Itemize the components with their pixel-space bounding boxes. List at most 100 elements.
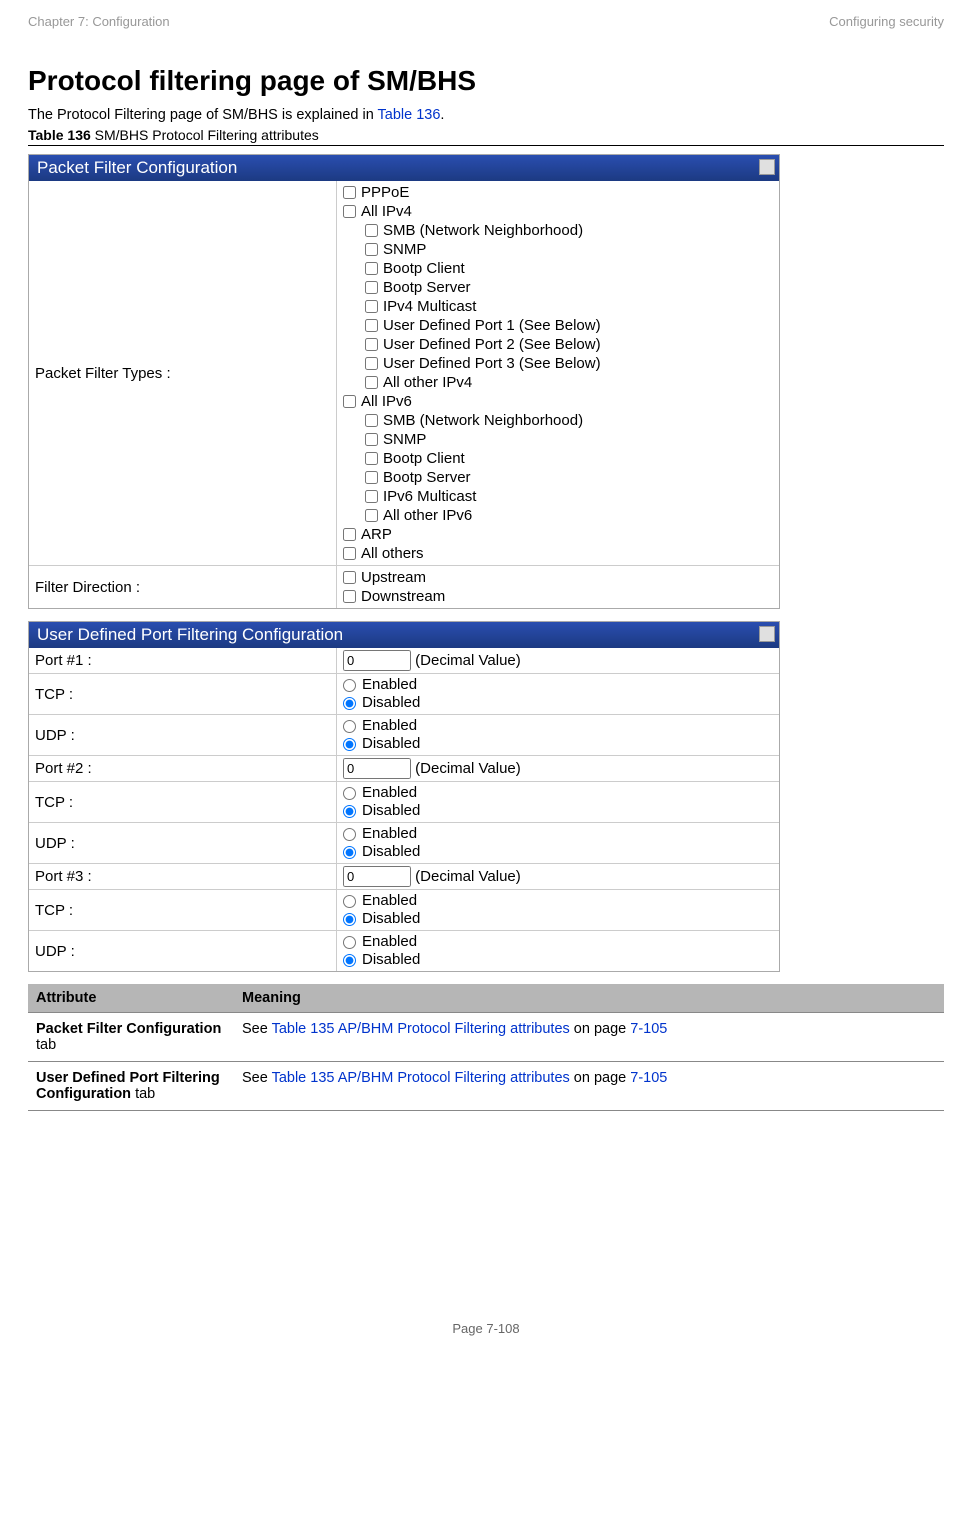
checkbox-udp3[interactable] [365, 357, 378, 370]
decimal-hint: (Decimal Value) [415, 760, 521, 777]
minimize-icon[interactable] [759, 159, 775, 175]
checkbox-snmp6[interactable] [365, 433, 378, 446]
checkbox-other6[interactable] [365, 509, 378, 522]
port2-label: Port #2 : [29, 756, 337, 782]
label-udp2: User Defined Port 2 (See Below) [383, 335, 601, 354]
label-enabled: Enabled [362, 825, 417, 843]
minimize-icon[interactable] [759, 626, 775, 642]
label-udp3: User Defined Port 3 (See Below) [383, 354, 601, 373]
checkbox-downstream[interactable] [343, 590, 356, 603]
port1-input[interactable] [343, 650, 411, 671]
label-allipv4: All IPv4 [361, 202, 412, 221]
checkbox-allothers[interactable] [343, 547, 356, 560]
checkbox-allipv6[interactable] [343, 395, 356, 408]
checkbox-smb4[interactable] [365, 224, 378, 237]
checkbox-pppoe[interactable] [343, 186, 356, 199]
attr-cell-1: Packet Filter Configuration tab [28, 1013, 234, 1062]
label-disabled: Disabled [362, 802, 420, 820]
packet-filter-panel: Packet Filter Configuration Packet Filte… [28, 154, 780, 609]
label-bootpc4: Bootp Client [383, 259, 465, 278]
page-title: Protocol filtering page of SM/BHS [28, 65, 944, 97]
page-header: Chapter 7: Configuration Configuring sec… [28, 14, 944, 29]
radio-tcp2-disabled[interactable] [343, 805, 356, 818]
label-disabled: Disabled [362, 910, 420, 928]
attr-cell-2: User Defined Port Filtering Configuratio… [28, 1062, 234, 1111]
tcp1-label: TCP : [29, 674, 337, 715]
radio-udp1-disabled[interactable] [343, 738, 356, 751]
label-bootps6: Bootp Server [383, 468, 471, 487]
m2-page[interactable]: 7-105 [630, 1070, 667, 1086]
label-allothers: All others [361, 544, 424, 563]
label-other6: All other IPv6 [383, 506, 472, 525]
label-disabled: Disabled [362, 951, 420, 969]
radio-tcp1-enabled[interactable] [343, 679, 356, 692]
m2-link[interactable]: Table 135 AP/BHM Protocol Filtering attr… [272, 1070, 570, 1086]
m1-link[interactable]: Table 135 AP/BHM Protocol Filtering attr… [272, 1021, 570, 1037]
panel-title-2: User Defined Port Filtering Configuratio… [37, 625, 343, 644]
panel-title: Packet Filter Configuration [37, 158, 237, 177]
panel-header: Packet Filter Configuration [29, 155, 779, 181]
checkbox-bootps4[interactable] [365, 281, 378, 294]
udp2-label: UDP : [29, 823, 337, 864]
checkbox-bootpc6[interactable] [365, 452, 378, 465]
tcp2-label: TCP : [29, 782, 337, 823]
udp3-label: UDP : [29, 931, 337, 972]
label-enabled: Enabled [362, 676, 417, 694]
decimal-hint: (Decimal Value) [415, 652, 521, 669]
label-smb4: SMB (Network Neighborhood) [383, 221, 583, 240]
m1-page[interactable]: 7-105 [630, 1021, 667, 1037]
intro-post: . [440, 107, 444, 123]
caption-rest: SM/BHS Protocol Filtering attributes [91, 127, 319, 143]
intro-pre: The Protocol Filtering page of SM/BHS is… [28, 107, 378, 123]
filter-direction-label: Filter Direction : [29, 566, 337, 609]
checkbox-bootps6[interactable] [365, 471, 378, 484]
filter-types-values: PPPoE All IPv4 SMB (Network Neighborhood… [337, 181, 780, 566]
port2-input[interactable] [343, 758, 411, 779]
attribute-table: Attribute Meaning Packet Filter Configur… [28, 984, 944, 1111]
user-defined-port-panel: User Defined Port Filtering Configuratio… [28, 621, 780, 972]
checkbox-mcast4[interactable] [365, 300, 378, 313]
checkbox-upstream[interactable] [343, 571, 356, 584]
checkbox-udp2[interactable] [365, 338, 378, 351]
port3-label: Port #3 : [29, 864, 337, 890]
label-enabled: Enabled [362, 717, 417, 735]
radio-tcp3-disabled[interactable] [343, 913, 356, 926]
label-disabled: Disabled [362, 694, 420, 712]
m1-mid: on page [570, 1021, 630, 1037]
label-bootps4: Bootp Server [383, 278, 471, 297]
checkbox-udp1[interactable] [365, 319, 378, 332]
filter-types-label: Packet Filter Types : [29, 181, 337, 566]
checkbox-bootpc4[interactable] [365, 262, 378, 275]
checkbox-mcast6[interactable] [365, 490, 378, 503]
radio-udp3-enabled[interactable] [343, 936, 356, 949]
header-left: Chapter 7: Configuration [28, 14, 170, 29]
label-smb6: SMB (Network Neighborhood) [383, 411, 583, 430]
attr1-rest: tab [36, 1037, 56, 1053]
radio-tcp2-enabled[interactable] [343, 787, 356, 800]
radio-udp3-disabled[interactable] [343, 954, 356, 967]
radio-tcp3-enabled[interactable] [343, 895, 356, 908]
label-upstream: Upstream [361, 568, 426, 587]
table-caption: Table 136 SM/BHS Protocol Filtering attr… [28, 127, 944, 146]
label-bootpc6: Bootp Client [383, 449, 465, 468]
label-downstream: Downstream [361, 587, 445, 606]
checkbox-other4[interactable] [365, 376, 378, 389]
radio-udp1-enabled[interactable] [343, 720, 356, 733]
checkbox-allipv4[interactable] [343, 205, 356, 218]
table-link[interactable]: Table 136 [378, 107, 441, 123]
checkbox-smb6[interactable] [365, 414, 378, 427]
th-attribute: Attribute [28, 984, 234, 1013]
label-snmp6: SNMP [383, 430, 426, 449]
checkbox-snmp4[interactable] [365, 243, 378, 256]
radio-udp2-enabled[interactable] [343, 828, 356, 841]
page-footer: Page 7-108 [28, 1321, 944, 1336]
port3-input[interactable] [343, 866, 411, 887]
radio-udp2-disabled[interactable] [343, 846, 356, 859]
tcp3-label: TCP : [29, 890, 337, 931]
checkbox-arp[interactable] [343, 528, 356, 541]
label-allipv6: All IPv6 [361, 392, 412, 411]
udp1-label: UDP : [29, 715, 337, 756]
label-arp: ARP [361, 525, 392, 544]
attr2-bold: User Defined Port Filtering Configuratio… [36, 1070, 220, 1102]
radio-tcp1-disabled[interactable] [343, 697, 356, 710]
